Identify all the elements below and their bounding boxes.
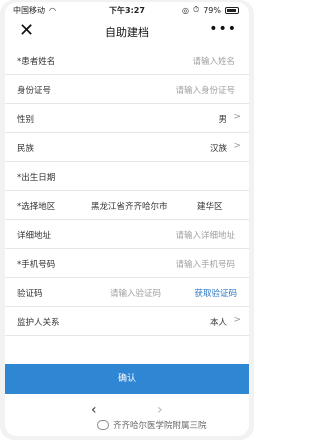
header: ✕ 自助建档 •••	[5, 18, 249, 46]
battery-icon	[225, 6, 239, 14]
registration-form: *患者姓名 请输入姓名 身份证号 请输入身份证号 性别 男 > 民族 汉族 > …	[5, 46, 249, 336]
back-arrow-icon[interactable]: ‹	[91, 402, 97, 418]
phone-input[interactable]: 请输入手机号码	[175, 258, 235, 270]
status-bar: 中国移动 ◠ 下午3:27 ◎ ⏱ 79%	[5, 2, 249, 18]
get-code-button[interactable]: 获取验证码	[194, 287, 237, 299]
id-number-label: 身份证号	[17, 86, 52, 96]
ethnicity-row[interactable]: 民族 汉族 >	[5, 133, 249, 162]
address-row[interactable]: 详细地址 请输入详细地址	[5, 220, 249, 249]
verify-code-input[interactable]: 请输入验证码	[110, 287, 161, 299]
gender-label: 性别	[17, 115, 35, 125]
name-input[interactable]: 请输入姓名	[192, 55, 235, 67]
id-number-input[interactable]: 请输入身份证号	[175, 84, 235, 96]
gender-value: 男	[218, 115, 227, 125]
verify-code-row[interactable]: 验证码 请输入验证码 获取验证码	[5, 278, 249, 307]
bottom-nav: ‹ › 齐齐哈尔医学院附属三院	[5, 394, 249, 436]
guardian-label: 监护人关系	[17, 318, 60, 328]
ethnicity-value: 汉族	[209, 144, 227, 154]
name-row[interactable]: *患者姓名 请输入姓名	[5, 46, 249, 75]
address-input[interactable]: 请输入详细地址	[175, 229, 235, 241]
chevron-right-icon: >	[233, 112, 241, 122]
lock-icon: ◎	[181, 5, 189, 15]
confirm-button[interactable]: 确认	[5, 364, 249, 394]
region-row[interactable]: *选择地区 黑龙江省齐齐哈尔市 建华区	[5, 191, 249, 220]
wechat-icon	[97, 420, 109, 430]
id-number-row[interactable]: 身份证号 请输入身份证号	[5, 75, 249, 104]
birth-date-row[interactable]: *出生日期	[5, 162, 249, 191]
guardian-row[interactable]: 监护人关系 本人 >	[5, 307, 249, 336]
address-label: 详细地址	[17, 231, 52, 241]
watermark-text: 齐齐哈尔医学院附属三院	[113, 421, 207, 431]
name-label: *患者姓名	[17, 57, 56, 67]
more-dots-icon[interactable]: •••	[209, 21, 237, 37]
chevron-right-icon: >	[233, 141, 241, 151]
forward-arrow-icon[interactable]: ›	[157, 402, 163, 418]
status-right: ◎ ⏱ 79%	[182, 5, 239, 15]
verify-code-label: 验证码	[17, 289, 43, 299]
screen: 中国移动 ◠ 下午3:27 ◎ ⏱ 79% ✕ 自助建档 ••• *患者姓名 请…	[5, 2, 249, 436]
battery-percent: 79%	[203, 5, 221, 15]
phone-label: *手机号码	[17, 260, 56, 270]
guardian-value: 本人	[209, 318, 227, 328]
birth-date-label: *出生日期	[17, 173, 56, 183]
region-province[interactable]: 黑龙江省齐齐哈尔市	[91, 200, 168, 212]
ethnicity-label: 民族	[17, 144, 35, 154]
region-district[interactable]: 建华区	[197, 200, 223, 212]
phone-frame: 中国移动 ◠ 下午3:27 ◎ ⏱ 79% ✕ 自助建档 ••• *患者姓名 请…	[0, 0, 254, 440]
region-label: *选择地区	[17, 202, 56, 212]
phone-row[interactable]: *手机号码 请输入手机号码	[5, 249, 249, 278]
gender-row[interactable]: 性别 男 >	[5, 104, 249, 133]
chevron-right-icon: >	[233, 315, 241, 325]
alarm-icon: ⏱	[192, 5, 200, 14]
